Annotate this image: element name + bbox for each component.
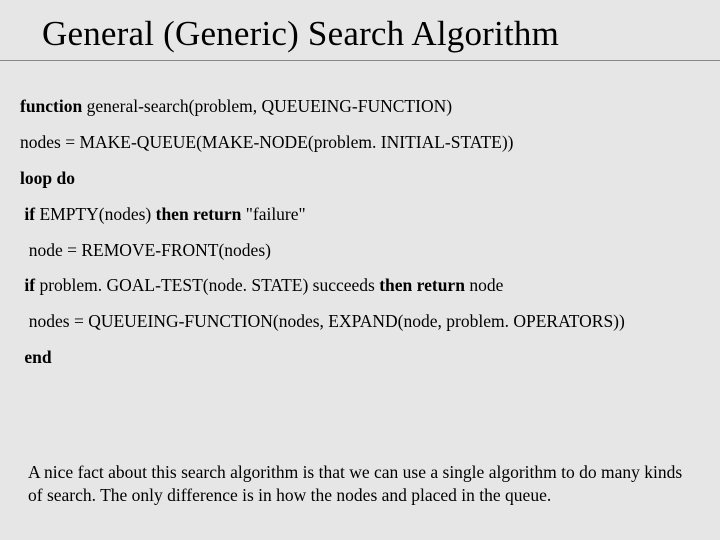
code-line-3: loop do — [20, 161, 700, 197]
code-text: "failure" — [241, 204, 305, 224]
code-text: node — [465, 275, 503, 295]
slide: General (Generic) Search Algorithm funct… — [0, 0, 720, 540]
keyword-if: if — [24, 204, 35, 224]
code-text: EMPTY(nodes) — [35, 204, 156, 224]
code-line-7: nodes = QUEUEING-FUNCTION(nodes, EXPAND(… — [20, 304, 700, 340]
pseudocode-block: function general-search(problem, QUEUEIN… — [0, 61, 720, 376]
keyword-loop-do: loop do — [20, 168, 75, 188]
code-line-8: end — [20, 340, 700, 376]
footnote-text: A nice fact about this search algorithm … — [28, 461, 688, 508]
keyword-then-return: then return — [379, 275, 465, 295]
code-line-5: node = REMOVE-FRONT(nodes) — [20, 233, 700, 269]
code-line-6: if problem. GOAL-TEST(node. STATE) succe… — [20, 268, 700, 304]
keyword-then-return: then return — [156, 204, 242, 224]
code-line-4: if EMPTY(nodes) then return "failure" — [20, 197, 700, 233]
code-text: problem. GOAL-TEST(node. STATE) succeeds — [35, 275, 379, 295]
slide-title: General (Generic) Search Algorithm — [0, 0, 720, 61]
code-line-1: function general-search(problem, QUEUEIN… — [20, 89, 700, 125]
code-text: general-search(problem, QUEUEING-FUNCTIO… — [82, 96, 452, 116]
keyword-end: end — [24, 347, 51, 367]
code-line-2: nodes = MAKE-QUEUE(MAKE-NODE(problem. IN… — [20, 125, 700, 161]
keyword-if: if — [24, 275, 35, 295]
keyword-function: function — [20, 96, 82, 116]
